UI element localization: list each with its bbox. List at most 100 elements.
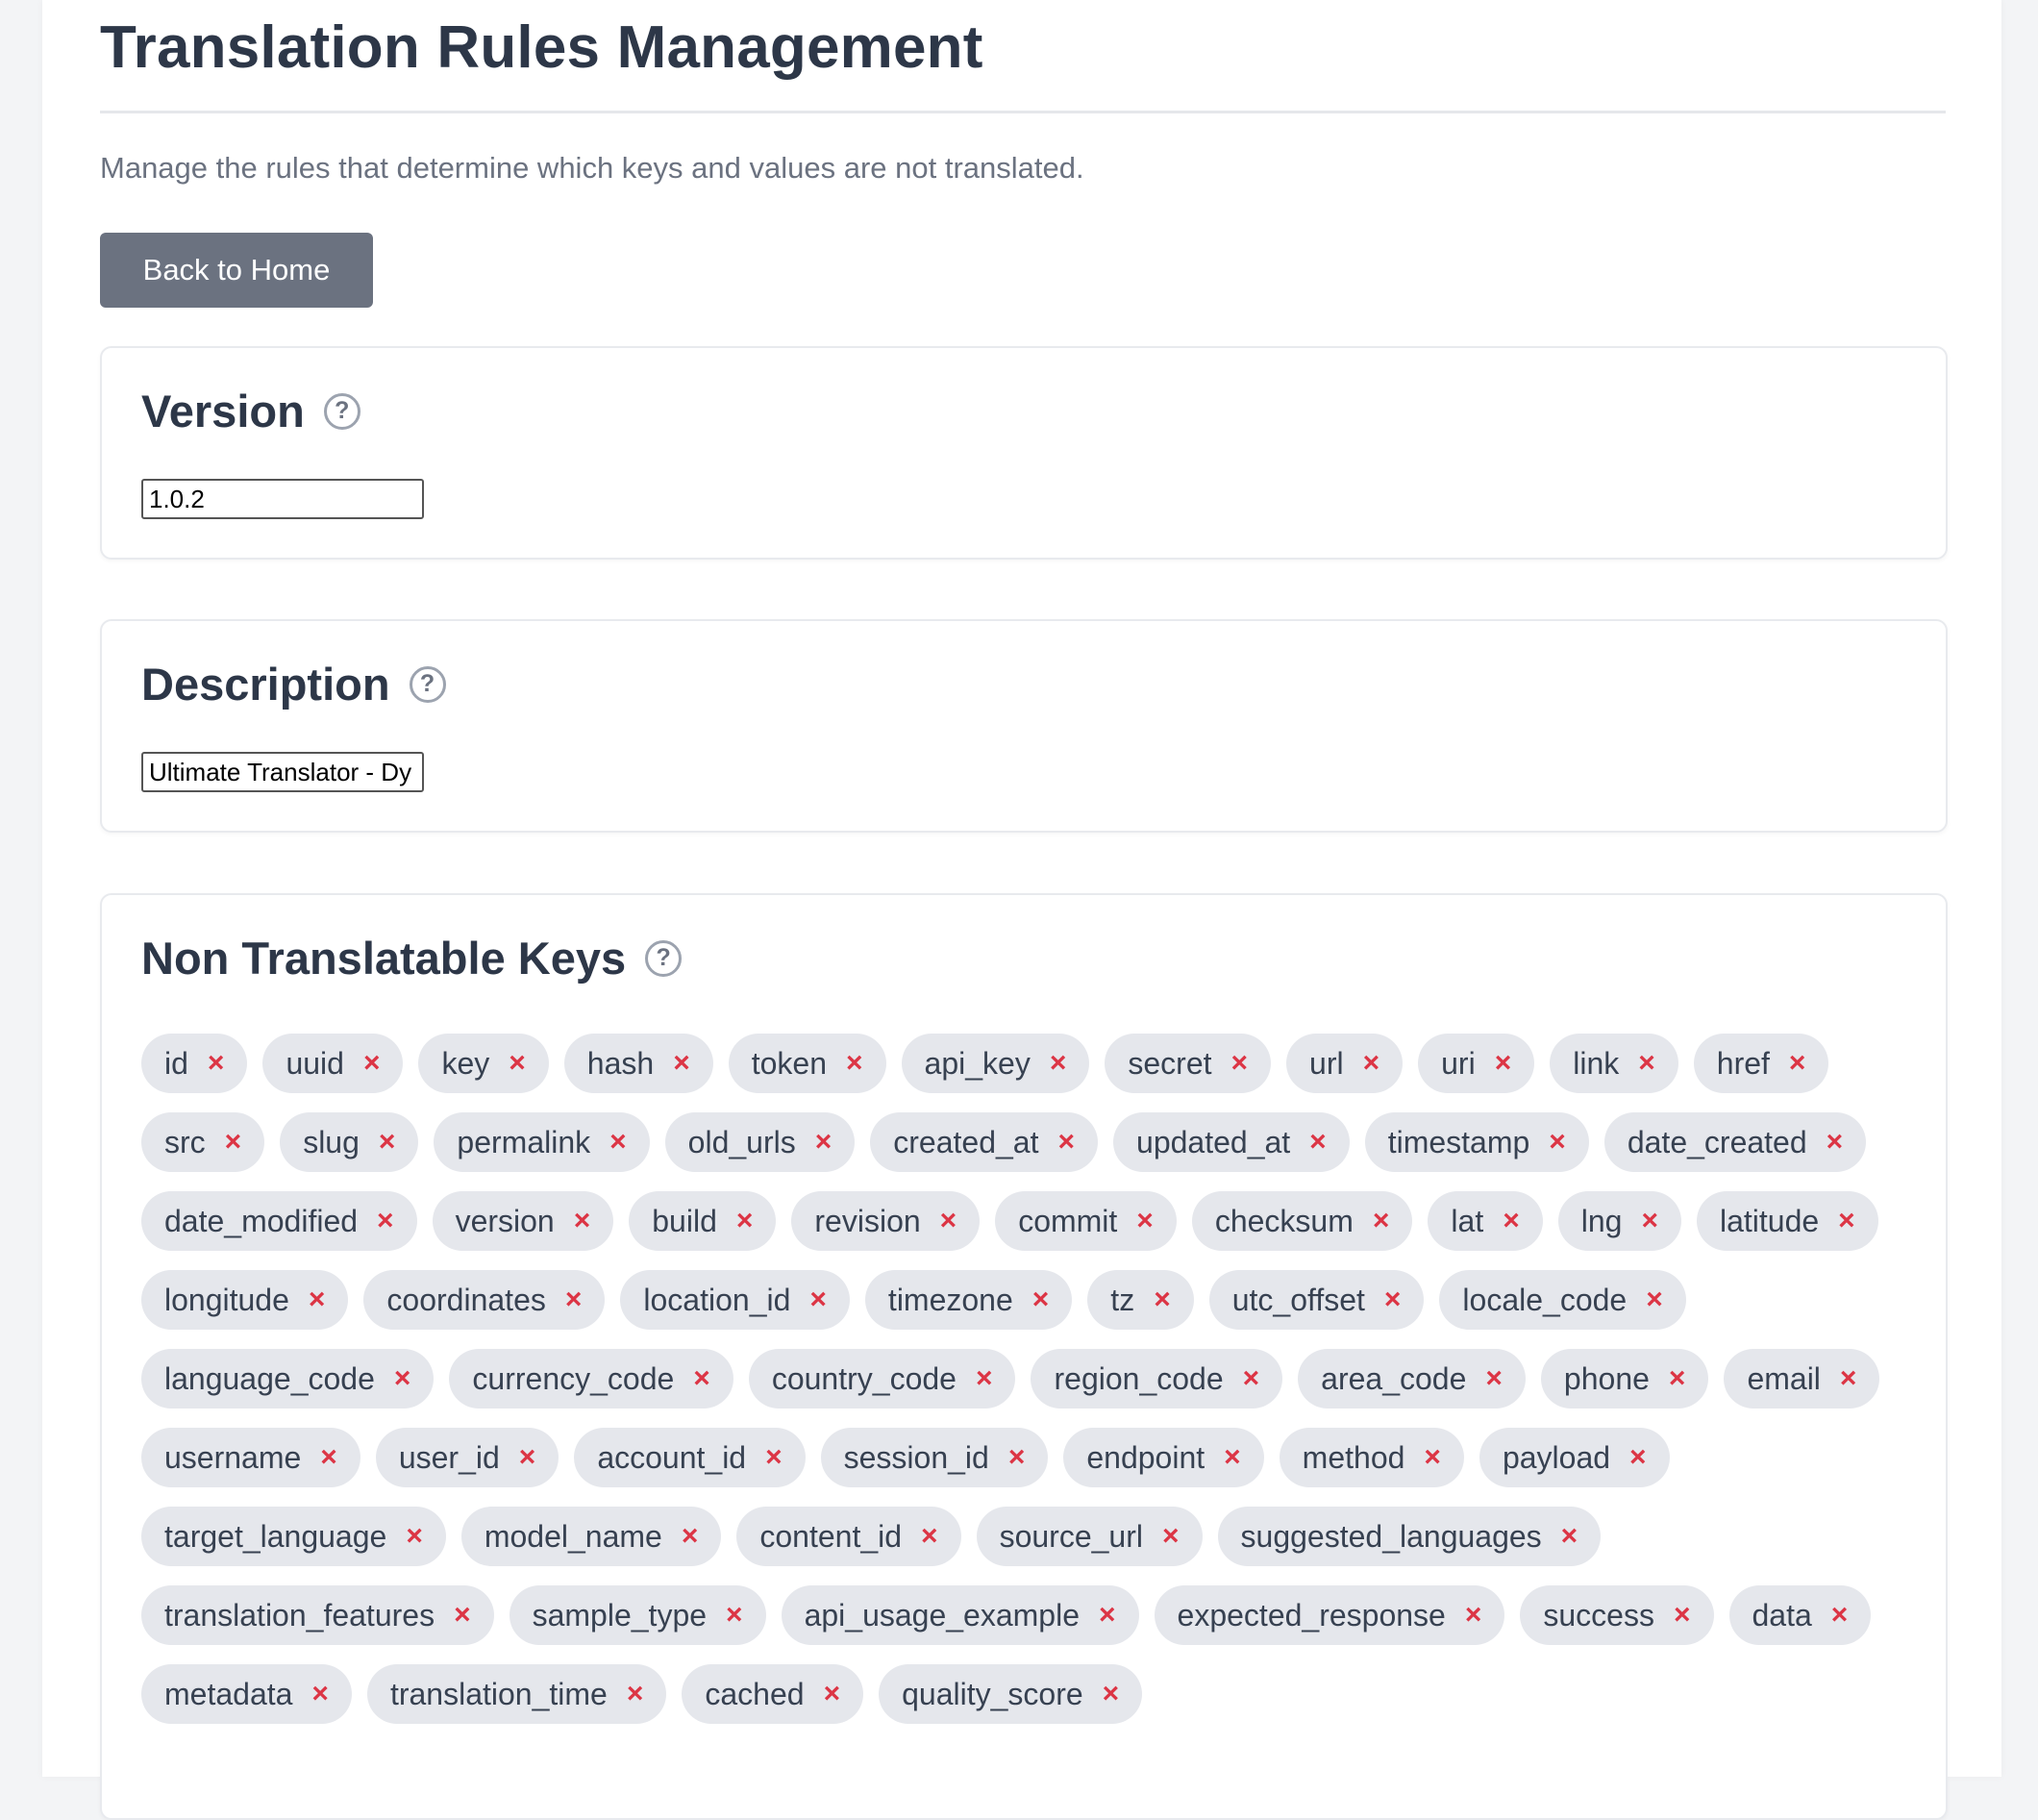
remove-tag-icon[interactable]: × (1641, 1207, 1658, 1235)
remove-tag-icon[interactable]: × (1465, 1601, 1482, 1630)
remove-tag-icon[interactable]: × (1050, 1049, 1067, 1078)
key-tag: commit × (995, 1191, 1177, 1251)
remove-tag-icon[interactable]: × (1669, 1364, 1686, 1393)
remove-tag-icon[interactable]: × (921, 1522, 938, 1551)
key-tag: api_key × (901, 1034, 1090, 1093)
remove-tag-icon[interactable]: × (726, 1601, 743, 1630)
key-tag: id × (141, 1034, 248, 1093)
description-help-icon[interactable]: ? (409, 665, 446, 703)
key-tag: phone × (1540, 1349, 1709, 1409)
key-tag-label: data (1752, 1597, 1812, 1633)
remove-tag-icon[interactable]: × (1561, 1522, 1578, 1551)
title-divider (100, 111, 1946, 113)
remove-tag-icon[interactable]: × (406, 1522, 423, 1551)
remove-tag-icon[interactable]: × (765, 1443, 783, 1472)
key-tag: updated_at × (1113, 1112, 1350, 1172)
description-input[interactable] (141, 752, 424, 792)
key-tag-label: location_id (643, 1282, 791, 1317)
remove-tag-icon[interactable]: × (1032, 1285, 1050, 1314)
remove-tag-icon[interactable]: × (311, 1680, 329, 1708)
back-to-home-button[interactable]: Back to Home (100, 233, 373, 308)
remove-tag-icon[interactable]: × (1099, 1601, 1116, 1630)
remove-tag-icon[interactable]: × (609, 1128, 627, 1157)
key-tag: data × (1728, 1585, 1872, 1645)
key-tag: tz × (1087, 1270, 1194, 1330)
remove-tag-icon[interactable]: × (1827, 1128, 1844, 1157)
version-help-icon[interactable]: ? (323, 392, 360, 430)
key-tag-label: commit (1018, 1203, 1118, 1238)
non-translatable-keys-help-icon[interactable]: ? (645, 939, 683, 977)
version-input[interactable] (141, 479, 424, 519)
remove-tag-icon[interactable]: × (1231, 1049, 1249, 1078)
key-tag-label: model_name (484, 1518, 662, 1554)
key-tag-label: session_id (843, 1439, 989, 1475)
remove-tag-icon[interactable]: × (519, 1443, 536, 1472)
remove-tag-icon[interactable]: × (208, 1049, 225, 1078)
key-tag: username × (141, 1428, 360, 1487)
remove-tag-icon[interactable]: × (565, 1285, 583, 1314)
remove-tag-icon[interactable]: × (1103, 1680, 1120, 1708)
key-tag-label: api_usage_example (804, 1597, 1080, 1633)
remove-tag-icon[interactable]: × (1057, 1128, 1075, 1157)
remove-tag-icon[interactable]: × (1789, 1049, 1806, 1078)
remove-tag-icon[interactable]: × (1373, 1207, 1390, 1235)
remove-tag-icon[interactable]: × (1136, 1207, 1154, 1235)
remove-tag-icon[interactable]: × (1838, 1207, 1855, 1235)
key-tag-label: build (652, 1203, 717, 1238)
remove-tag-icon[interactable]: × (1224, 1443, 1241, 1472)
remove-tag-icon[interactable]: × (824, 1680, 841, 1708)
remove-tag-icon[interactable]: × (1363, 1049, 1380, 1078)
remove-tag-icon[interactable]: × (682, 1522, 699, 1551)
key-tag: success × (1520, 1585, 1714, 1645)
remove-tag-icon[interactable]: × (940, 1207, 957, 1235)
key-tag-label: translation_time (389, 1676, 608, 1711)
remove-tag-icon[interactable]: × (1503, 1207, 1520, 1235)
non-translatable-keys-card: Non Translatable Keys ? id × uuid × key × hash… (100, 893, 1948, 1820)
remove-tag-icon[interactable]: × (1162, 1522, 1180, 1551)
remove-tag-icon[interactable]: × (394, 1364, 411, 1393)
remove-tag-icon[interactable]: × (736, 1207, 754, 1235)
remove-tag-icon[interactable]: × (1646, 1285, 1663, 1314)
description-card: Description ? (100, 619, 1948, 833)
remove-tag-icon[interactable]: × (1008, 1443, 1026, 1472)
remove-tag-icon[interactable]: × (1154, 1285, 1171, 1314)
key-tag-label: account_id (597, 1439, 747, 1475)
remove-tag-icon[interactable]: × (225, 1128, 242, 1157)
remove-tag-icon[interactable]: × (673, 1049, 690, 1078)
remove-tag-icon[interactable]: × (377, 1207, 394, 1235)
key-tag-label: payload (1502, 1439, 1611, 1475)
remove-tag-icon[interactable]: × (320, 1443, 337, 1472)
remove-tag-icon[interactable]: × (454, 1601, 471, 1630)
remove-tag-icon[interactable]: × (309, 1285, 326, 1314)
remove-tag-icon[interactable]: × (574, 1207, 591, 1235)
remove-tag-icon[interactable]: × (379, 1128, 396, 1157)
key-tag: account_id × (574, 1428, 806, 1487)
remove-tag-icon[interactable]: × (1243, 1364, 1260, 1393)
key-tag: language_code × (141, 1349, 435, 1409)
key-tag: timezone × (864, 1270, 1073, 1330)
remove-tag-icon[interactable]: × (1831, 1601, 1849, 1630)
key-tag-label: created_at (893, 1124, 1039, 1159)
remove-tag-icon[interactable]: × (815, 1128, 833, 1157)
remove-tag-icon[interactable]: × (693, 1364, 710, 1393)
remove-tag-icon[interactable]: × (627, 1680, 644, 1708)
key-tag: uuid × (262, 1034, 404, 1093)
remove-tag-icon[interactable]: × (976, 1364, 993, 1393)
remove-tag-icon[interactable]: × (1424, 1443, 1441, 1472)
remove-tag-icon[interactable]: × (509, 1049, 526, 1078)
remove-tag-icon[interactable]: × (1485, 1364, 1503, 1393)
remove-tag-icon[interactable]: × (1840, 1364, 1857, 1393)
remove-tag-icon[interactable]: × (809, 1285, 827, 1314)
remove-tag-icon[interactable]: × (1384, 1285, 1402, 1314)
remove-tag-icon[interactable]: × (1638, 1049, 1655, 1078)
remove-tag-icon[interactable]: × (1629, 1443, 1647, 1472)
remove-tag-icon[interactable]: × (363, 1049, 381, 1078)
remove-tag-icon[interactable]: × (1549, 1128, 1566, 1157)
key-tag: content_id × (736, 1507, 961, 1566)
key-tag-label: country_code (771, 1360, 957, 1396)
key-tag: email × (1724, 1349, 1880, 1409)
remove-tag-icon[interactable]: × (1309, 1128, 1327, 1157)
remove-tag-icon[interactable]: × (1495, 1049, 1512, 1078)
remove-tag-icon[interactable]: × (1674, 1601, 1691, 1630)
remove-tag-icon[interactable]: × (846, 1049, 863, 1078)
